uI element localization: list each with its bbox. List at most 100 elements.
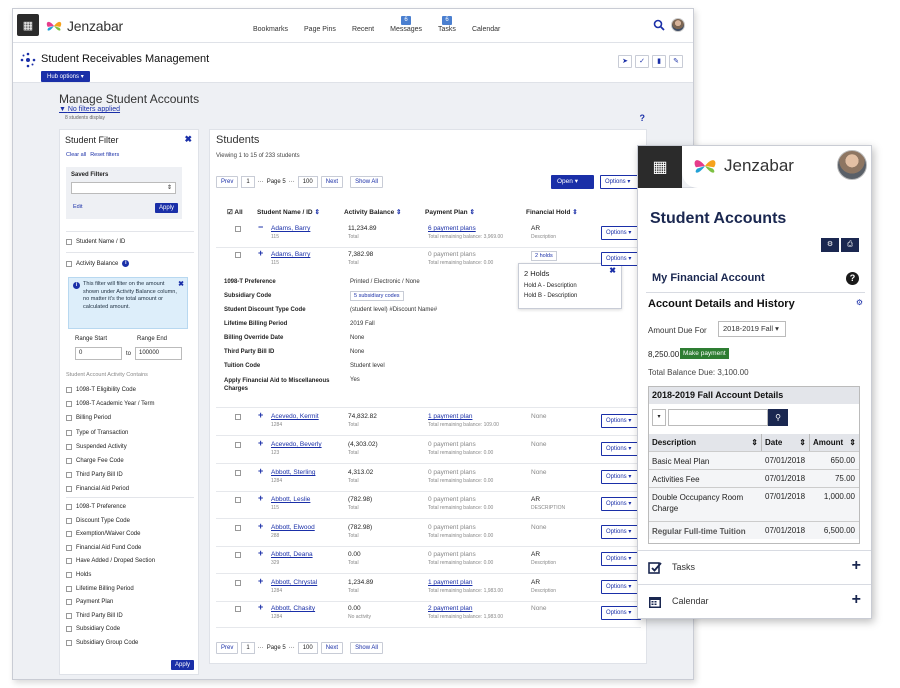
clear-all-link[interactable]: Clear all — [66, 152, 86, 158]
row-checkbox[interactable] — [235, 442, 241, 448]
user-avatar[interactable] — [671, 18, 685, 32]
checkbox[interactable] — [66, 640, 72, 646]
info-icon[interactable]: i — [122, 260, 130, 267]
pin-icon[interactable]: ✎ — [669, 55, 683, 68]
search-icon[interactable]: ⚲ — [768, 409, 788, 426]
row-checkbox[interactable] — [235, 552, 241, 558]
app-grid-icon[interactable]: ▦ — [17, 14, 39, 36]
checkbox[interactable] — [66, 429, 72, 436]
checkbox[interactable] — [66, 572, 72, 578]
row-checkbox[interactable] — [235, 525, 241, 531]
saved-filters-select[interactable]: ⇕ — [71, 182, 176, 194]
prev-button[interactable]: Prev — [216, 642, 239, 654]
filter-activity-item[interactable]: Billing Period — [66, 415, 111, 422]
filter-item[interactable]: Have Added / Droped Section — [66, 558, 155, 565]
col-amount[interactable]: Amount ⇕ — [810, 434, 859, 451]
expand-toggle-icon[interactable]: + — [258, 602, 263, 612]
row-checkbox[interactable] — [235, 497, 241, 503]
checkbox[interactable] — [66, 260, 72, 267]
edit-link[interactable]: Edit — [73, 204, 82, 210]
student-name-link[interactable]: Adams, Barry — [271, 225, 310, 232]
last-page[interactable]: 100 — [297, 176, 318, 188]
row-options-button[interactable]: Options ▾ — [601, 414, 641, 428]
expand-toggle-icon[interactable]: + — [258, 548, 263, 558]
apply-button[interactable]: Apply — [170, 660, 194, 670]
student-name-link[interactable]: Abbott, Sterling — [271, 469, 315, 476]
student-name-link[interactable]: Acevedo, Beverly — [271, 441, 322, 448]
next-button[interactable]: Next — [320, 176, 344, 188]
term-select[interactable]: 2018-2019 Fall ▾ — [718, 321, 786, 337]
filter-dropdown[interactable]: ▾ — [652, 409, 666, 426]
close-icon[interactable]: ✖ — [184, 134, 192, 145]
student-name-link[interactable]: Abbott, Deana — [271, 551, 313, 558]
filter-activity-item[interactable]: Financial Aid Period — [66, 486, 129, 493]
checkbox[interactable] — [66, 458, 72, 464]
checkbox[interactable] — [66, 544, 72, 551]
row-options-button[interactable]: Options ▾ — [601, 470, 641, 484]
header-plan[interactable]: Payment Plan ⇕ — [425, 208, 475, 216]
checkbox[interactable] — [66, 486, 72, 493]
student-name-link[interactable]: Abbott, Chrystal — [271, 579, 317, 586]
expand-toggle-icon[interactable]: + — [258, 410, 263, 420]
expand-toggle-icon[interactable]: + — [258, 521, 263, 531]
filter-activity-item[interactable]: Suspended Activity — [66, 443, 127, 450]
student-name-link[interactable]: Abbott, Chasity — [271, 605, 315, 612]
page-number[interactable]: 1 — [241, 642, 255, 654]
row-options-button[interactable]: Options ▾ — [601, 442, 641, 456]
search-icon[interactable] — [653, 19, 665, 31]
nav-item-bookmarks[interactable]: Bookmarks — [245, 9, 296, 43]
bookmark-icon[interactable]: ▮ — [652, 55, 666, 68]
payment-plan-link[interactable]: 2 payment plan — [428, 605, 472, 612]
gear-icon[interactable]: ⚙ — [856, 298, 863, 307]
filter-activity-item[interactable]: Charge Fee Code — [66, 458, 124, 464]
help-icon[interactable]: ? — [640, 113, 646, 123]
filter-activity-item[interactable]: Type of Transaction — [66, 429, 128, 436]
row-options-button[interactable]: Options ▾ — [601, 226, 641, 240]
nav-item-tasks[interactable]: Tasks 6 — [430, 9, 464, 43]
filter-item[interactable]: Third Party Bill ID — [66, 612, 123, 619]
checkbox[interactable] — [66, 517, 72, 524]
filters-link[interactable]: ▼ No filters applied — [59, 106, 120, 113]
expand-toggle-icon[interactable]: + — [258, 248, 263, 258]
payment-plan-link[interactable]: 6 payment plans — [428, 225, 476, 232]
jenzabar-logo[interactable]: Jenzabar — [690, 153, 794, 179]
filter-item[interactable]: Lifetime Billing Period — [66, 585, 134, 592]
filter-student-name[interactable]: Student Name / ID — [66, 239, 125, 245]
help-icon[interactable]: ? — [846, 272, 859, 285]
filter-item[interactable]: Subsidiary Group Code — [66, 640, 138, 646]
filter-input[interactable] — [668, 409, 768, 426]
payment-plan-link[interactable]: 1 payment plan — [428, 579, 472, 586]
filter-activity-item[interactable]: 1098-T Eligibility Code — [66, 387, 136, 393]
row-checkbox[interactable] — [235, 580, 241, 586]
detail-value[interactable]: 5 subsidiary codes — [350, 291, 404, 301]
checkbox[interactable] — [66, 504, 72, 510]
prev-button[interactable]: Prev — [216, 176, 239, 188]
range-end-input[interactable]: 100000 — [135, 347, 182, 360]
filter-item[interactable]: 1098-T Preference — [66, 504, 126, 510]
row-checkbox[interactable] — [235, 252, 241, 258]
select-all[interactable]: ☑ All — [227, 208, 243, 216]
plus-icon[interactable]: + — [852, 557, 861, 575]
checkbox[interactable] — [66, 239, 72, 245]
hub-options-button[interactable]: Hub options ▾ — [41, 71, 90, 82]
student-name-link[interactable]: Adams, Barry — [271, 251, 310, 258]
checkbox[interactable] — [66, 472, 72, 479]
checkbox[interactable] — [66, 585, 72, 592]
filter-item[interactable]: Holds — [66, 572, 91, 578]
show-all-button[interactable]: Show All — [350, 176, 384, 188]
nav-item-calendar[interactable]: Calendar — [464, 9, 508, 43]
plus-icon[interactable]: + — [852, 591, 861, 609]
app-grid-icon[interactable]: ▦ — [638, 146, 682, 188]
jenzabar-logo[interactable]: Jenzabar — [45, 16, 123, 36]
nav-item-page-pins[interactable]: Page Pins — [296, 9, 344, 43]
student-name-link[interactable]: Abbott, Leslie — [271, 496, 310, 503]
row-checkbox[interactable] — [235, 226, 241, 232]
nav-item-recent[interactable]: Recent — [344, 9, 382, 43]
checkbox[interactable] — [66, 612, 72, 619]
close-icon[interactable]: ✖ — [178, 280, 184, 288]
page-number[interactable]: 1 — [241, 176, 255, 188]
checkbox[interactable] — [66, 626, 72, 633]
make-payment-button[interactable]: Make payment — [680, 348, 729, 359]
checkbox[interactable] — [66, 599, 72, 606]
apply-saved-button[interactable]: Apply — [154, 203, 178, 213]
